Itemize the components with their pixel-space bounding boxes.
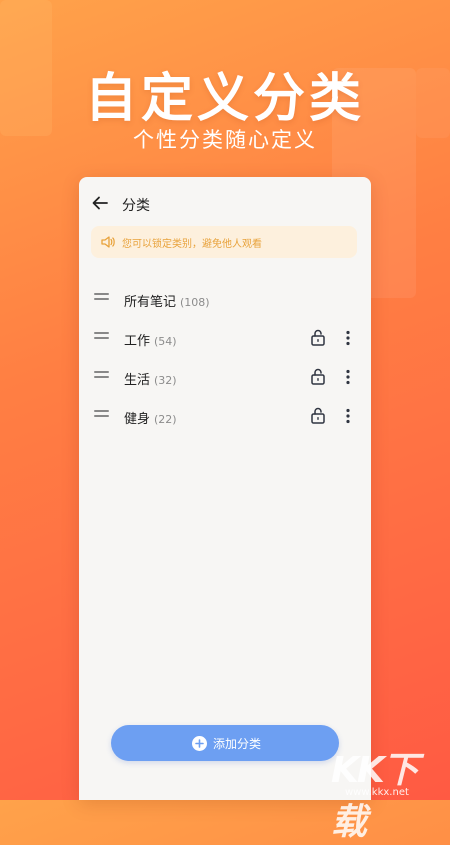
category-row-fitness[interactable]: 健身 (22) xyxy=(79,397,371,436)
lock-open-icon[interactable] xyxy=(310,329,326,346)
plus-circle-icon xyxy=(192,736,207,751)
category-row-life[interactable]: 生活 (32) xyxy=(79,358,371,397)
lock-open-icon[interactable] xyxy=(310,368,326,385)
app-screen: 分类 您可以锁定类别，避免他人观看 所有笔记 (108) 工作 (54) 生活 (32… xyxy=(79,177,371,800)
more-vertical-icon[interactable] xyxy=(343,330,353,346)
category-count: (32) xyxy=(154,374,177,387)
add-category-label: 添加分类 xyxy=(213,737,262,751)
category-label: 生活 (32) xyxy=(124,373,177,388)
category-label: 健身 (22) xyxy=(124,412,177,427)
category-label: 所有笔记 (108) xyxy=(124,295,210,310)
category-count: (108) xyxy=(180,296,210,309)
watermark-url: www.kkx.net xyxy=(345,787,409,798)
arrow-left-icon[interactable] xyxy=(91,194,109,212)
lock-notice-banner: 您可以锁定类别，避免他人观看 xyxy=(91,226,357,258)
category-row-all-notes[interactable]: 所有笔记 (108) xyxy=(79,280,371,319)
category-count: (22) xyxy=(154,413,177,426)
add-category-button[interactable]: 添加分类 xyxy=(111,725,339,761)
drag-handle-icon[interactable] xyxy=(94,409,109,419)
more-vertical-icon[interactable] xyxy=(343,408,353,424)
category-label: 工作 (54) xyxy=(124,334,177,349)
lock-open-icon[interactable] xyxy=(310,407,326,424)
drag-handle-icon[interactable] xyxy=(94,370,109,380)
site-watermark: KK下载 www.kkx.net xyxy=(327,741,450,843)
more-vertical-icon[interactable] xyxy=(343,369,353,385)
notice-text: 您可以锁定类别，避免他人观看 xyxy=(122,239,262,250)
hero-title: 自定义分类 xyxy=(84,69,365,129)
speaker-icon xyxy=(101,236,115,248)
drag-handle-icon[interactable] xyxy=(94,292,109,302)
hero-subtitle: 个性分类随心定义 xyxy=(133,128,317,152)
drag-handle-icon[interactable] xyxy=(94,331,109,341)
category-count: (54) xyxy=(154,335,177,348)
app-topbar: 分类 xyxy=(79,177,371,229)
category-row-work[interactable]: 工作 (54) xyxy=(79,319,371,358)
page-title: 分类 xyxy=(122,198,150,214)
